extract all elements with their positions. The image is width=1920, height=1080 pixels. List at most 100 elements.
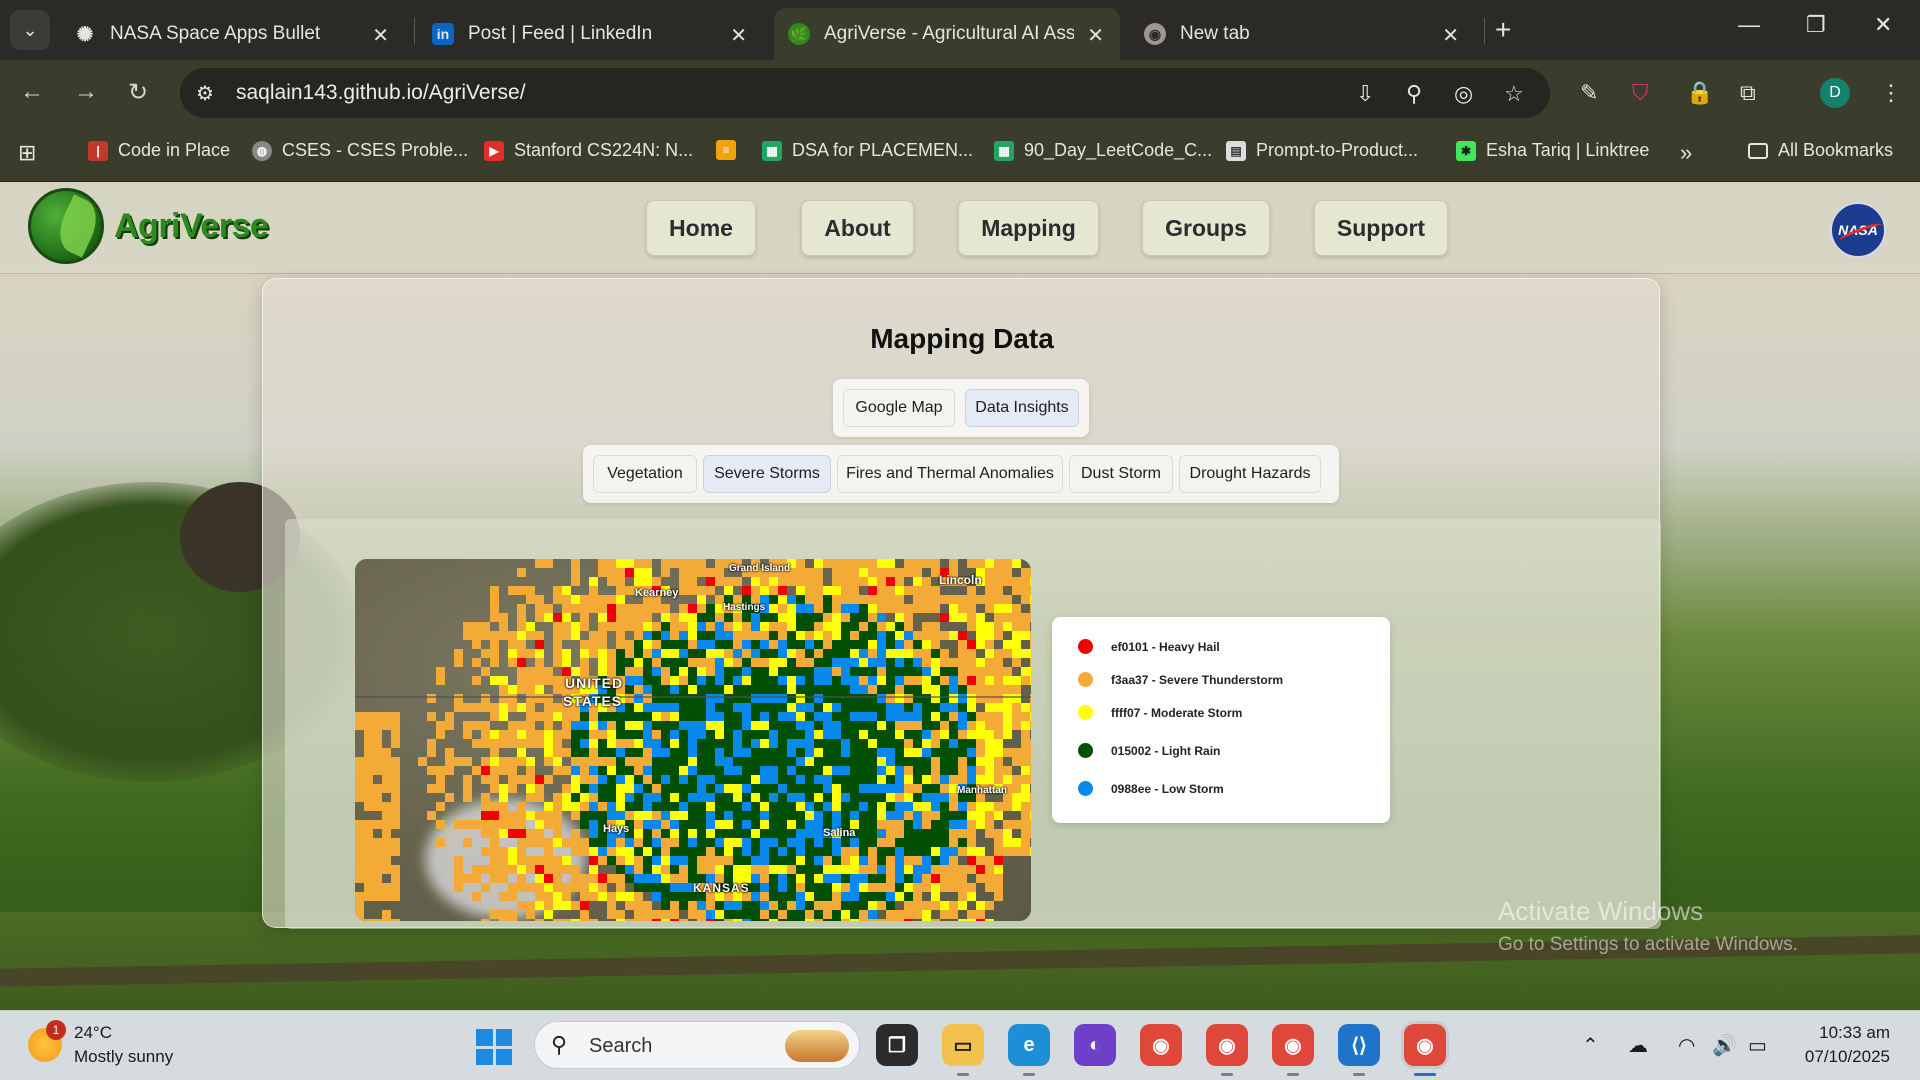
storm-cell [724,910,733,919]
storm-cell [931,640,940,649]
taskbar-search[interactable]: ⚲ Search [534,1021,860,1069]
extensions-icon[interactable]: ⧉ [1740,80,1756,106]
battery-icon[interactable]: ▭ [1748,1033,1767,1058]
storm-cell [787,820,796,829]
storm-cell [760,721,769,730]
close-icon[interactable]: ✕ [730,23,747,48]
storm-cell [940,649,949,658]
close-icon[interactable]: ✕ [372,23,389,48]
bookmark-cses[interactable]: ◍ CSES - CSES Proble... [252,140,468,161]
tab-severe-storms[interactable]: Severe Storms [703,455,831,493]
storm-cell [634,865,643,874]
chrome-profile-g-icon[interactable]: ◉ [1206,1024,1248,1076]
github-icon[interactable]: ◐ [1074,1024,1116,1066]
chrome-profile-d-icon[interactable]: ◉ [1401,1021,1449,1076]
storm-cell [778,721,787,730]
bookmark-dsa[interactable]: ▦ DSA for PLACEMEN... [762,140,973,161]
tab-linkedin[interactable]: in Post | Feed | LinkedIn ✕ [418,8,763,60]
hide-eye-icon[interactable]: ◎ [1454,81,1473,107]
more-bookmarks-icon[interactable]: » [1680,140,1692,166]
profile-avatar[interactable]: D [1820,78,1850,108]
onedrive-icon[interactable]: ☁ [1628,1033,1648,1058]
install-app-icon[interactable]: ⇩ [1356,81,1374,107]
storm-map[interactable]: Grand Island Kearney Hastings Lincoln UN… [355,559,1031,921]
storm-cell [553,802,562,811]
nav-mapping[interactable]: Mapping [958,200,1099,256]
storm-cell [958,883,967,892]
lock-extension-icon[interactable]: 🔒 [1686,80,1713,106]
bookmark-icon: | [88,140,108,161]
storm-cell [715,712,724,721]
storm-cell [967,748,976,757]
storm-cell [940,820,949,829]
bookmark-linktree[interactable]: ✱ Esha Tariq | Linktree [1456,140,1649,161]
zoom-icon[interactable]: ⚲ [1406,81,1422,107]
tab-nasa-space-apps[interactable]: ✺ NASA Space Apps Bullet ✕ [60,8,405,60]
all-bookmarks-button[interactable]: All Bookmarks [1748,140,1893,161]
pen-extension-icon[interactable]: ✎ [1580,80,1598,106]
close-icon[interactable]: ✕ [1442,23,1459,48]
close-icon[interactable]: ✕ [1087,23,1104,48]
menu-icon[interactable]: ⋮ [1880,80,1902,106]
google-map-button[interactable]: Google Map [843,389,955,427]
minimize-icon[interactable]: — [1738,12,1760,38]
tab-vegetation[interactable]: Vegetation [593,455,697,493]
nav-about[interactable]: About [801,200,914,256]
storm-cell [823,838,832,847]
tab-search-button[interactable]: ⌄ [10,10,50,50]
shield-extension-icon[interactable]: ⛉ [1632,80,1649,106]
windows-start-icon[interactable] [476,1029,512,1065]
storm-cell [382,811,391,820]
new-tab-button[interactable]: + [1495,14,1511,46]
storm-cell [967,604,976,613]
storm-cell [562,919,571,921]
nav-support[interactable]: Support [1314,200,1448,256]
address-bar[interactable]: ⚙ saqlain143.github.io/AgriVerse/ ⇩ ⚲ ◎ … [180,68,1550,118]
tab-fires-thermal[interactable]: Fires and Thermal Anomalies [837,455,1063,493]
edge-icon[interactable]: e [1008,1024,1050,1076]
file-explorer-icon[interactable]: ▭ [942,1024,984,1076]
system-clock[interactable]: 10:33 am 07/10/2025 [1790,1021,1890,1069]
bookmark-star-icon[interactable]: ☆ [1504,81,1524,107]
agriverse-logo[interactable]: AgriVerse [28,188,269,264]
site-settings-icon[interactable]: ⚙ [196,81,214,106]
storm-cell [886,730,895,739]
storm-cell [1012,604,1021,613]
bookmark-stanford-cs224n[interactable]: ▶ Stanford CS224N: N... [484,140,693,161]
storm-cell [679,586,688,595]
data-insights-button[interactable]: Data Insights [965,389,1079,427]
tray-overflow-icon[interactable]: ⌃ [1582,1033,1599,1058]
storm-cell [715,622,724,631]
bookmark-code-in-place[interactable]: | Code in Place [88,140,230,161]
restore-icon[interactable]: ❐ [1806,12,1826,38]
nav-home[interactable]: Home [646,200,756,256]
back-icon[interactable]: ← [20,78,44,106]
bookmark-leetcode[interactable]: ▦ 90_Day_LeetCode_C... [994,140,1212,161]
reload-icon[interactable]: ↻ [128,78,148,107]
storm-cell [760,640,769,649]
bookmark-prompt-to-product[interactable]: ▤ Prompt-to-Product... [1226,140,1418,161]
weather-widget[interactable]: 1 24°C Mostly sunny [28,1020,173,1069]
storm-cell [571,784,580,793]
nav-groups[interactable]: Groups [1142,200,1270,256]
storm-cell [985,604,994,613]
storm-cell [985,919,994,921]
storm-cell [742,586,751,595]
chrome-icon[interactable]: ◉ [1140,1024,1182,1066]
tab-dust-storm[interactable]: Dust Storm [1069,455,1173,493]
task-view-icon[interactable]: ❐ [876,1024,918,1066]
tab-drought-hazards[interactable]: Drought Hazards [1179,455,1321,493]
window-close-icon[interactable]: ✕ [1874,12,1892,38]
tab-agriverse[interactable]: 🌿 AgriVerse - Agricultural AI Assis ✕ [774,8,1120,60]
tab-new-tab[interactable]: ◉ New tab ✕ [1130,8,1475,60]
bookmark-unnamed[interactable]: ≡ [716,140,746,160]
storm-cell [571,721,580,730]
apps-grid-icon[interactable]: ⊞ [18,140,36,166]
wifi-icon[interactable]: ◠ [1678,1033,1695,1058]
forward-icon[interactable]: → [74,78,98,106]
vscode-icon[interactable]: ⟨⟩ [1338,1024,1380,1076]
storm-cell [994,775,1003,784]
storm-cell [526,757,535,766]
chrome-profile-e-icon[interactable]: ◉ [1272,1024,1314,1076]
volume-icon[interactable]: 🔊 [1712,1033,1737,1058]
